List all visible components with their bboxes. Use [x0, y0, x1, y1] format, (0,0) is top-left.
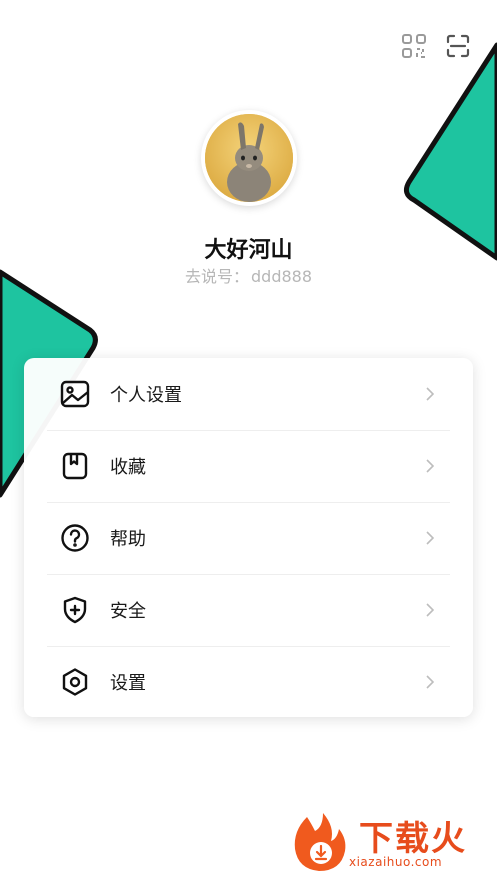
help-icon: [58, 521, 92, 555]
bookmark-icon: [58, 449, 92, 483]
shield-icon: [58, 593, 92, 627]
menu-card: 个人设置 收藏 帮助 安全 设置: [24, 358, 473, 717]
watermark-logo-icon: [294, 813, 346, 871]
image-icon: [58, 377, 92, 411]
watermark-brand: 下载火: [359, 819, 467, 859]
menu-item-label: 安全: [110, 601, 146, 622]
watermark-url: xiazaihuo.com: [349, 855, 443, 869]
hexagon-settings-icon: [58, 665, 92, 699]
scan-icon[interactable]: [444, 32, 472, 60]
qr-code-icon[interactable]: [400, 32, 428, 60]
menu-item-label: 帮助: [110, 529, 146, 550]
chevron-right-icon: [424, 531, 436, 545]
header-actions: [400, 32, 472, 60]
menu-item-settings[interactable]: 设置: [47, 646, 450, 718]
top-right-teal-shape: [403, 42, 497, 261]
chevron-right-icon: [424, 675, 436, 689]
user-name: 大好河山: [204, 238, 293, 263]
user-id: 去说号： ddd888: [0, 263, 497, 287]
menu-item-label: 收藏: [110, 457, 146, 478]
user-id-label: 去说号：: [184, 267, 249, 286]
menu-item-security[interactable]: 安全: [47, 574, 450, 646]
avatar[interactable]: [201, 110, 297, 206]
menu-item-personal-settings[interactable]: 个人设置: [47, 358, 450, 430]
chevron-right-icon: [424, 459, 436, 473]
menu-item-label: 个人设置: [110, 385, 182, 406]
chevron-right-icon: [424, 603, 436, 617]
menu-item-help[interactable]: 帮助: [47, 502, 450, 574]
user-id-value: ddd888: [251, 267, 313, 286]
menu-item-favorites[interactable]: 收藏: [47, 430, 450, 502]
chevron-right-icon: [424, 387, 436, 401]
watermark: 下载火 xiazaihuo.com: [287, 809, 487, 875]
menu-item-label: 设置: [110, 673, 146, 694]
